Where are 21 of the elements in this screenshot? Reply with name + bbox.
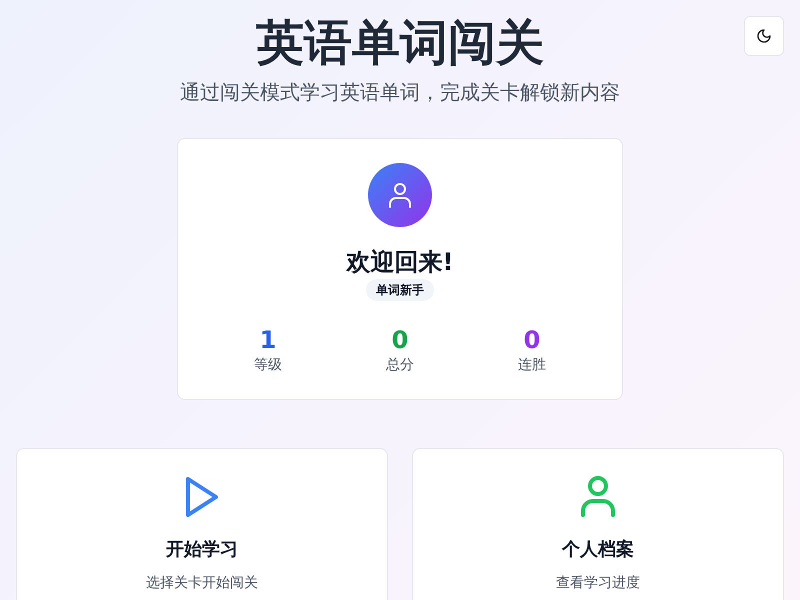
person-icon xyxy=(388,182,412,208)
stat-label: 总分 xyxy=(386,356,414,375)
app-subtitle: 通过闯关模式学习英语单词，完成关卡解锁新内容 xyxy=(180,79,620,106)
stat-value: 0 xyxy=(392,325,408,355)
action-card[interactable]: 个人档案 查看学习进度 xyxy=(412,448,784,600)
stat-value: 1 xyxy=(260,325,276,355)
stat-value: 0 xyxy=(524,325,540,355)
moon-icon xyxy=(756,28,772,44)
theme-toggle-button[interactable] xyxy=(744,16,784,56)
card-title: 个人档案 xyxy=(562,538,634,562)
card-description: 查看学习进度 xyxy=(556,574,640,593)
rank-badge: 单词新手 xyxy=(366,279,434,301)
person-icon xyxy=(580,475,616,519)
welcome-heading: 欢迎回来! xyxy=(345,247,454,278)
stat-label: 连胜 xyxy=(518,356,546,375)
app-title: 英语单词闯关 xyxy=(255,14,545,73)
card-title: 开始学习 xyxy=(166,538,238,562)
stat-label: 等级 xyxy=(254,356,282,375)
play-icon xyxy=(184,475,220,519)
action-card[interactable]: 开始学习 选择关卡开始闯关 xyxy=(16,448,388,600)
card-description: 选择关卡开始闯关 xyxy=(146,574,258,593)
